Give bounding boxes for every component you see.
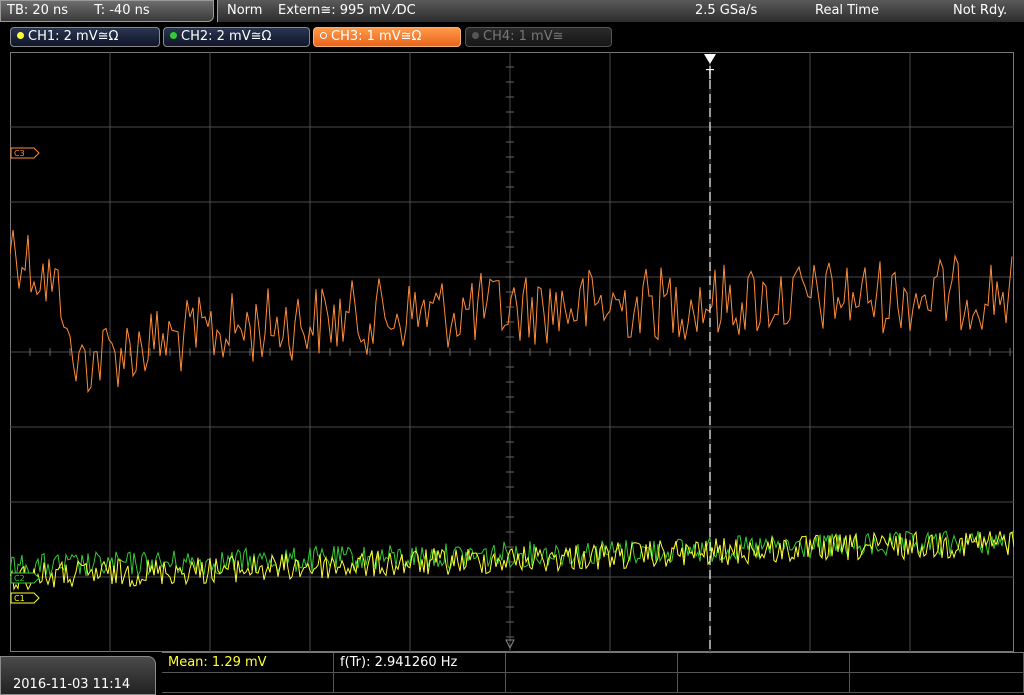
- sample-rate: 2.5 GSa/s: [695, 3, 758, 18]
- channel-2-button[interactable]: CH2: 2 mV≅Ω: [163, 27, 310, 47]
- channel-row: CH1: 2 mV≅Ω CH2: 2 mV≅Ω CH3: 1 mV≅Ω CH4:…: [0, 24, 1024, 50]
- channel-3-indicator-icon: [320, 32, 327, 39]
- acquisition-state: Not Rdy.: [953, 3, 1008, 18]
- channel-3-marker-label: C3: [14, 149, 25, 158]
- timebase-box[interactable]: TB: 20 ns T: -40 ns: [0, 0, 214, 22]
- datetime: 2016-11-03 11:14: [13, 677, 131, 692]
- measurement-slot: [506, 673, 678, 693]
- channel-1-marker-label: C1: [14, 594, 25, 603]
- status-bar: Norm Extern≅: 995 mV ⁄DC 2.5 GSa/s Real …: [217, 0, 1024, 22]
- trigger-source[interactable]: Extern≅: 995 mV ⁄DC: [278, 0, 416, 22]
- channel-1-label: CH1: 2 mV≅Ω: [28, 29, 119, 44]
- channel-2-indicator-icon: [170, 32, 177, 39]
- frequency-measurement: f(Tr): 2.941260 Hz: [334, 653, 506, 673]
- channel-3-button[interactable]: CH3: 1 mV≅Ω: [313, 27, 461, 47]
- mean-measurement: Mean: 1.29 mV: [162, 653, 334, 673]
- channel-3-label: CH3: 1 mV≅Ω: [331, 29, 422, 44]
- trigger-position-label: T: -40 ns: [94, 3, 150, 18]
- measurement-panel[interactable]: Mean: 1.29 mV f(Tr): 2.941260 Hz: [162, 652, 1024, 695]
- channel-2-offset-marker[interactable]: C2: [10, 572, 40, 584]
- measurement-slot: [334, 673, 506, 693]
- channel-2-label: CH2: 2 mV≅Ω: [181, 29, 272, 44]
- top-bar: TB: 20 ns T: -40 ns Norm Extern≅: 995 mV…: [0, 0, 1024, 24]
- datetime-box: 2016-11-03 11:14: [0, 656, 156, 695]
- channel-4-label: CH4: 1 mV≅: [483, 29, 564, 44]
- waveform-display[interactable]: T C3 C2 C1: [9, 51, 1015, 653]
- trigger-marker-label: T: [705, 68, 714, 83]
- bottom-bar: 2016-11-03 11:14 Mean: 1.29 mV f(Tr): 2.…: [0, 652, 1024, 695]
- channel-4-indicator-icon: [472, 32, 479, 39]
- measurement-slot: [506, 653, 678, 673]
- trigger-mode[interactable]: Norm: [227, 0, 262, 22]
- measurement-slot: [162, 673, 334, 693]
- channel-1-offset-marker[interactable]: C1: [10, 592, 40, 604]
- measurement-slot: [850, 653, 1024, 673]
- channel-1-button[interactable]: CH1: 2 mV≅Ω: [10, 27, 160, 47]
- channel-3-offset-marker[interactable]: C3: [10, 147, 40, 159]
- acquisition-mode: Real Time: [815, 3, 879, 18]
- timebase-label: TB: 20 ns: [7, 3, 69, 18]
- waveform-plot: T C3 C2 C1: [9, 51, 1015, 653]
- trigger-arrow-icon[interactable]: [704, 54, 716, 64]
- measurement-slot: [850, 673, 1024, 693]
- channel-1-indicator-icon: [17, 32, 24, 39]
- measurement-slot: [678, 653, 850, 673]
- channel-2-marker-label: C2: [14, 574, 25, 583]
- measurement-slot: [678, 673, 850, 693]
- channel-4-button[interactable]: CH4: 1 mV≅: [465, 27, 612, 47]
